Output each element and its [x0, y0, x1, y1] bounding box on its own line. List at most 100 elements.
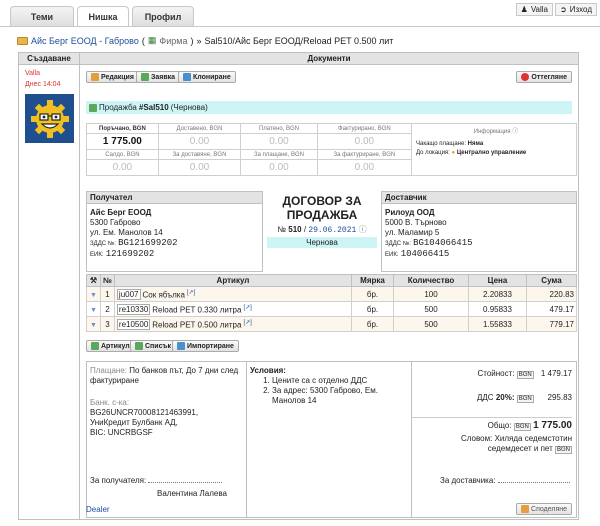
clone-icon: [183, 73, 191, 81]
column-created: Създаване: [19, 53, 80, 65]
row-menu-icon[interactable]: ▼: [90, 322, 97, 329]
col-no: №: [100, 274, 115, 287]
ordered-value: 1 775.00: [86, 133, 159, 150]
pending-payment: Чакащо плащане: Няма: [416, 141, 484, 147]
info-title: Информация ⓘ: [473, 129, 519, 135]
edit-button[interactable]: Редакция: [86, 71, 139, 83]
delivered-label: Доставено, BGN: [157, 123, 242, 134]
table-row[interactable]: ▼ 2 re10330 Reload PET 0.330 литра [↗] бр.…: [86, 301, 577, 317]
supplier-signature: За доставчика:: [440, 476, 570, 485]
tools-icon[interactable]: ⚒: [86, 274, 101, 287]
user-icon: ♟: [520, 5, 528, 14]
invoiced-label: Фактурирано, BGN: [316, 123, 413, 134]
clone-button[interactable]: Клониране: [178, 71, 236, 83]
to-invoice-value: 0.00: [316, 159, 413, 176]
location: До локация: ● Централно управление: [416, 150, 527, 156]
article-code[interactable]: re10330: [116, 304, 151, 316]
external-link-icon[interactable]: [↗]: [243, 305, 251, 311]
check-icon: [141, 73, 149, 81]
info-icon: ⓘ: [358, 225, 367, 234]
logout-label: Изход: [569, 5, 592, 14]
row-menu-icon[interactable]: ▼: [90, 307, 97, 314]
logout-button[interactable]: ➲ Изход: [555, 3, 597, 16]
bank-info: Банк. с-ка: BG26UNCR70008121463991, УниК…: [90, 398, 199, 437]
add-list-button[interactable]: Списък: [130, 340, 176, 352]
to-pay-label: За плащане, BGN: [240, 149, 318, 160]
author-name[interactable]: Valla: [25, 70, 40, 77]
table-row[interactable]: ▼ 1 ju007 Сок ябълка [↗] бр. 100 2.20833 2…: [86, 286, 577, 302]
tab-topics[interactable]: Теми: [10, 6, 74, 26]
breadcrumb-company-type[interactable]: Фирма: [159, 36, 187, 46]
balance-value: 0.00: [86, 159, 159, 176]
company-icon: ▦: [147, 35, 157, 45]
sale-icon: [89, 103, 97, 112]
supplier-city: 5000 В. Търново: [385, 218, 447, 227]
row-menu-icon[interactable]: ▼: [90, 292, 97, 299]
recipient-city: 5300 Габрово: [90, 218, 141, 227]
table-row[interactable]: ▼ 3 re10500 Reload PET 0.500 литра [↗] бр.…: [86, 316, 577, 332]
col-price: Цена: [468, 274, 527, 287]
supplier-eik: 104066415: [400, 249, 450, 259]
doc-status: (Чернова): [170, 103, 208, 112]
import-button[interactable]: Импортиране: [172, 340, 239, 352]
column-documents: Документи: [80, 53, 578, 65]
recipient-box: Получател Айс Берг ЕООД 5300 Габрово ул.…: [86, 191, 263, 272]
to-deliver-label: За доставяне, BGN: [157, 149, 242, 160]
col-article[interactable]: Артикул: [113, 274, 353, 287]
request-button[interactable]: Заявка: [136, 71, 181, 83]
recipient-signature: За получателя:: [90, 476, 223, 485]
breadcrumb-current: Sal510/Айс Берг ЕООД/Reload PET 0.500 ли…: [204, 35, 394, 46]
vat-line: ДДС 20%: BGN 295.83: [476, 393, 572, 403]
dealer-link[interactable]: Dealer: [86, 505, 110, 514]
recipient-header: Получател: [87, 192, 262, 204]
clone-label: Клониране: [193, 73, 231, 81]
summary-grid: Поръчано, BGN Доставено, BGN Платено, BG…: [86, 123, 577, 176]
to-pay-value: 0.00: [240, 159, 318, 176]
external-link-icon[interactable]: [↗]: [243, 320, 251, 326]
add-icon: [135, 342, 143, 350]
post-time: Днес 14:04: [25, 81, 61, 88]
external-link-icon[interactable]: [↗]: [187, 290, 195, 296]
cancel-icon: [521, 73, 530, 81]
contract-header: ДОГОВОР ЗА ПРОДАЖБА № 510 / 29.06.2021 ⓘ…: [263, 191, 381, 272]
totals-column: Стойност: BGN 1 479.17 ДДС 20%: BGN 295.…: [412, 362, 576, 517]
tab-profile[interactable]: Профил: [132, 6, 194, 26]
conditions-title: Условия:: [250, 366, 286, 375]
paid-value: 0.00: [240, 133, 318, 150]
contract-number: 510: [288, 225, 302, 234]
supplier-street: ул. Маламир 5: [385, 228, 440, 237]
tab-divider: [0, 26, 600, 27]
author-column: Valla Днес 14:04: [19, 65, 80, 519]
add-article-button[interactable]: Артикул: [86, 340, 135, 352]
pin-icon: ●: [451, 150, 456, 156]
supplier-name: Рилоуд ООД: [385, 208, 435, 217]
to-deliver-value: 0.00: [157, 159, 242, 176]
supplier-header: Доставчик: [382, 192, 576, 204]
breadcrumb: Айс Берг ЕООД - Габрово (▦ Фирма) » Sal5…: [17, 35, 393, 46]
share-button[interactable]: Споделяне: [516, 503, 572, 515]
user-label: Valla: [530, 5, 549, 14]
invoiced-value: 0.00: [316, 133, 413, 150]
edit-label: Редакция: [101, 73, 134, 81]
cancel-button[interactable]: Оттегляне: [516, 71, 572, 83]
breadcrumb-separator: »: [196, 35, 202, 46]
payment-column: Плащане: По банков път, До 7 дни след фа…: [87, 362, 247, 517]
add-icon: [91, 342, 99, 350]
items-table: ⚒ № Артикул Мярка Количество Цена Сума ▼…: [86, 274, 577, 332]
payment-info: Плащане: По банков път, До 7 дни след фа…: [90, 366, 239, 385]
paid-label: Платено, BGN: [240, 123, 318, 134]
share-icon: [521, 505, 530, 513]
balance-label: Салдо, BGN: [86, 149, 159, 160]
cancel-label: Оттегляне: [531, 73, 567, 81]
condition-item: За адрес: 5300 Габрово, Ем. Манолов 14: [272, 386, 407, 406]
article-code[interactable]: re10500: [116, 319, 151, 331]
tab-thread[interactable]: Нишка: [77, 6, 129, 27]
article-name: Reload PET 0.330 литра: [152, 305, 242, 315]
breadcrumb-company[interactable]: Айс Берг ЕООД - Габрово: [31, 36, 139, 46]
contract-number-line: № 510 / 29.06.2021 ⓘ: [277, 225, 367, 235]
request-label: Заявка: [151, 73, 176, 81]
user-button[interactable]: ♟ Valla: [515, 3, 554, 16]
info-icon: ⓘ: [512, 129, 519, 135]
article-code[interactable]: ju007: [116, 289, 141, 301]
pencil-icon: [91, 73, 99, 81]
